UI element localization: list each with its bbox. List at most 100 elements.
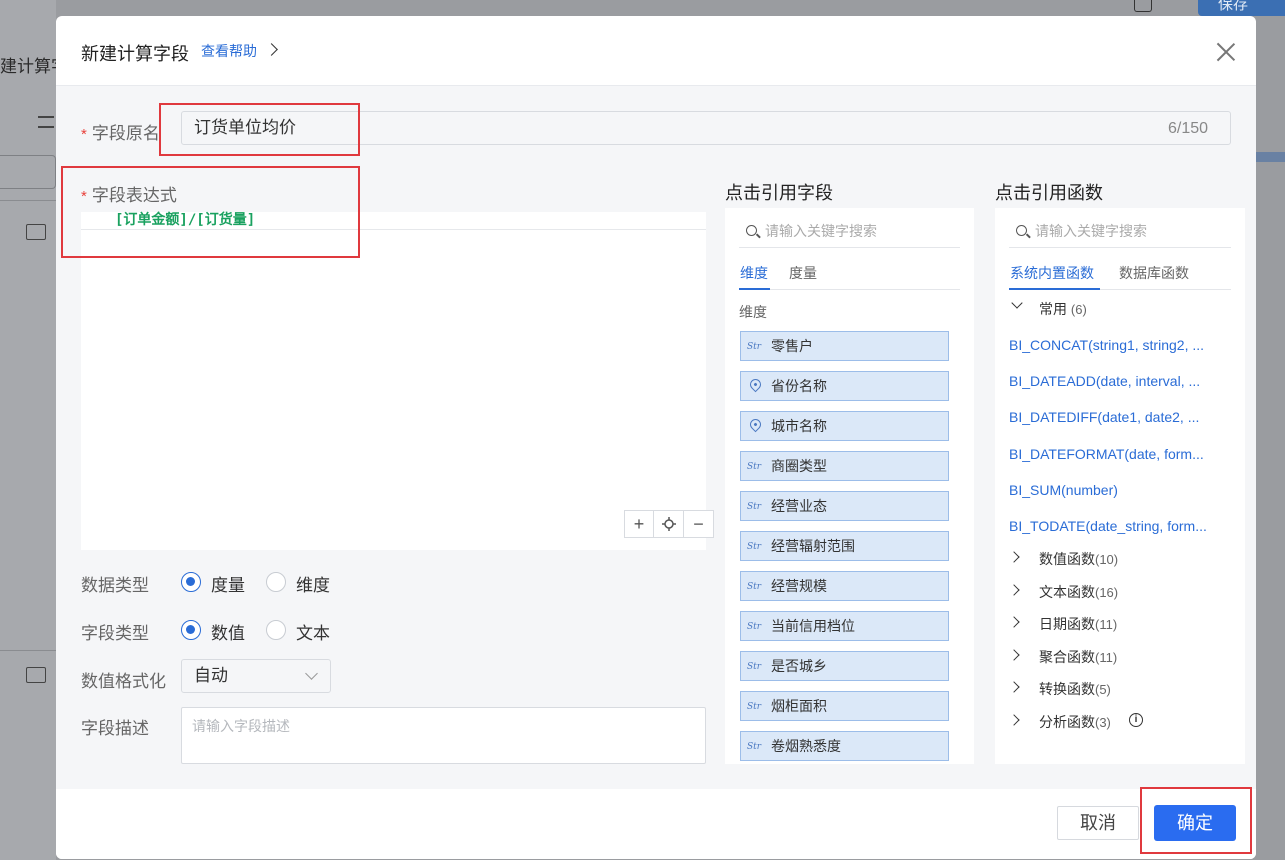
search-icon: [1016, 225, 1027, 236]
function-group[interactable]: 数值函数(10): [1008, 549, 1119, 569]
string-icon: Str: [747, 702, 762, 712]
crosshair-icon: [661, 517, 676, 531]
tab-database-functions[interactable]: 数据库函数: [1119, 263, 1189, 283]
function-group-count: (16): [1095, 584, 1119, 600]
functions-panel: 请输入关键字搜索 系统内置函数 数据库函数 常用 (6) BI_CONCAT(s…: [995, 208, 1245, 764]
field-item[interactable]: Str 经营辐射范围: [740, 531, 949, 561]
function-item[interactable]: BI_SUM(number): [1009, 482, 1118, 498]
function-group[interactable]: 分析函数(3) i: [1008, 712, 1143, 732]
background-left-panel: 建计算字: [0, 0, 68, 860]
function-group[interactable]: 转换函数(5): [1008, 679, 1111, 699]
chevron-right-icon: [1008, 551, 1020, 563]
divider: [0, 650, 56, 651]
string-icon: Str: [747, 622, 762, 632]
locate-button[interactable]: [654, 510, 684, 538]
function-item[interactable]: BI_DATEDIFF(date1, date2, ...: [1009, 409, 1199, 425]
function-search-placeholder: 请输入关键字搜索: [1035, 223, 1147, 239]
field-type-label: 字段类型: [81, 624, 149, 643]
confirm-button[interactable]: 确定: [1154, 805, 1236, 841]
field-item[interactable]: Str 商圈类型: [740, 451, 949, 481]
zoom-out-button[interactable]: −: [684, 510, 714, 538]
field-item[interactable]: Str 是否城乡: [740, 651, 949, 681]
radio-text[interactable]: [266, 620, 286, 640]
function-group-common[interactable]: 常用 (6): [1009, 297, 1087, 319]
char-count: 6/150: [1168, 120, 1209, 137]
list-icon: [38, 116, 54, 128]
field-item[interactable]: Str 当前信用档位: [740, 611, 949, 641]
function-search-input[interactable]: 请输入关键字搜索: [1009, 216, 1231, 248]
radio-text-label[interactable]: 文本: [296, 619, 330, 644]
field-search-input[interactable]: 请输入关键字搜索: [739, 216, 960, 248]
divider: [0, 200, 56, 201]
cancel-button[interactable]: 取消: [1057, 806, 1139, 840]
expression-code[interactable]: [订单金额]/[订货量]: [115, 209, 255, 229]
dimension-section-label: 维度: [739, 304, 767, 320]
function-group-label: 数值函数: [1039, 551, 1095, 567]
function-group-count: (5): [1095, 682, 1111, 698]
field-item-label: 是否城乡: [771, 658, 827, 674]
radio-dimension[interactable]: [266, 572, 286, 592]
chevron-right-icon: [1008, 649, 1020, 661]
function-group-count: (11): [1095, 617, 1118, 633]
editor-first-line: [订单金额]/[订货量]: [81, 212, 706, 230]
string-icon: Str: [747, 342, 762, 352]
function-group-count: (3): [1095, 715, 1111, 730]
function-group[interactable]: 文本函数(16): [1008, 582, 1119, 602]
dialog-footer: 取消 确定: [56, 789, 1256, 859]
radio-measure[interactable]: [181, 572, 201, 592]
dialog-title: 新建计算字段: [81, 44, 189, 64]
field-name-input[interactable]: 订货单位均价: [181, 111, 1231, 145]
radio-numeric-label[interactable]: 数值: [211, 619, 245, 644]
radio-numeric[interactable]: [181, 620, 201, 640]
tab-builtin-functions[interactable]: 系统内置函数: [1010, 263, 1094, 283]
expression-editor[interactable]: [订单金额]/[订货量] + −: [81, 212, 714, 550]
field-item[interactable]: 城市名称: [740, 411, 949, 441]
function-item[interactable]: BI_DATEFORMAT(date, form...: [1009, 446, 1204, 462]
radio-dimension-label[interactable]: 维度: [296, 571, 330, 596]
field-item[interactable]: Str 零售户: [740, 331, 949, 361]
string-icon: Str: [747, 582, 762, 592]
tab-measure[interactable]: 度量: [789, 263, 817, 283]
data-type-label: 数据类型: [81, 576, 149, 595]
chevron-right-icon: [1008, 714, 1020, 726]
zoom-in-button[interactable]: +: [624, 510, 654, 538]
number-format-value: 自动: [194, 666, 228, 685]
function-group-label: 日期函数: [1039, 616, 1095, 633]
field-item[interactable]: Str 卷烟熟悉度: [740, 731, 949, 761]
description-label: 字段描述: [81, 719, 149, 738]
description-textarea[interactable]: 请输入字段描述: [181, 707, 706, 764]
field-item[interactable]: 省份名称: [740, 371, 949, 401]
add-folder-icon: [26, 667, 46, 683]
field-item[interactable]: Str 烟柜面积: [740, 691, 949, 721]
location-pin-icon: [747, 376, 764, 393]
help-link[interactable]: 查看帮助: [201, 41, 257, 61]
function-item[interactable]: BI_TODATE(date_string, form...: [1009, 518, 1207, 534]
string-icon: Str: [747, 742, 762, 752]
field-item[interactable]: Str 经营规模: [740, 571, 949, 601]
function-tabs: 系统内置函数 数据库函数: [1009, 260, 1231, 290]
required-mark: *: [81, 126, 87, 143]
function-item[interactable]: BI_CONCAT(string1, string2, ...: [1009, 337, 1204, 353]
tab-dimension[interactable]: 维度: [740, 263, 768, 283]
field-item-label: 省份名称: [771, 378, 827, 394]
field-item-label: 经营规模: [771, 578, 827, 594]
info-icon[interactable]: i: [1129, 713, 1143, 727]
chevron-down-icon: [1011, 297, 1023, 309]
field-item[interactable]: Str 经营业态: [740, 491, 949, 521]
field-item-label: 经营辐射范围: [771, 538, 855, 554]
radio-measure-label[interactable]: 度量: [211, 571, 245, 596]
add-folder-icon: [26, 224, 46, 240]
function-item[interactable]: BI_DATEADD(date, interval, ...: [1009, 373, 1200, 389]
background-search-box: [0, 155, 56, 189]
function-group-label: 聚合函数: [1039, 648, 1095, 665]
function-group-count: (10): [1095, 552, 1119, 567]
close-icon[interactable]: [1216, 42, 1236, 62]
number-format-select[interactable]: 自动: [181, 659, 331, 693]
function-group[interactable]: 日期函数(11): [1008, 614, 1118, 634]
chevron-right-icon[interactable]: [265, 43, 278, 56]
function-group-count: (6): [1070, 302, 1087, 317]
field-item-label: 零售户: [771, 338, 813, 354]
function-group[interactable]: 聚合函数(11): [1008, 647, 1117, 667]
number-format-label: 数值格式化: [81, 672, 166, 691]
location-pin-icon: [747, 416, 764, 433]
